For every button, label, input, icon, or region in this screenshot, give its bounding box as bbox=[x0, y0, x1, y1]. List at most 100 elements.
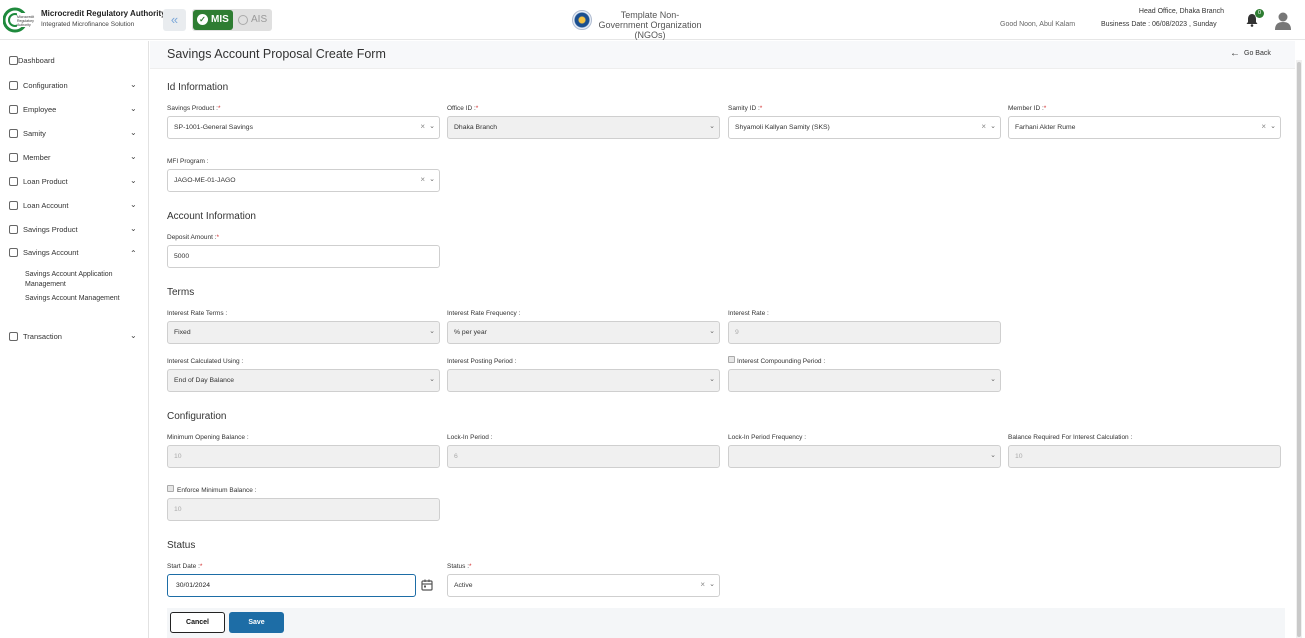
member-id-value: Farhani Akter Rume bbox=[1015, 124, 1076, 131]
savings-account-icon bbox=[9, 248, 18, 257]
interest-posting-period-select[interactable]: ⌄ bbox=[447, 369, 720, 392]
chevron-down-icon: ⌄ bbox=[709, 123, 715, 130]
status-label: Status :* bbox=[447, 563, 472, 570]
chevron-down-icon: ⌄ bbox=[709, 376, 715, 383]
scrollbar-thumb[interactable] bbox=[1297, 62, 1301, 637]
sidebar-collapse-button[interactable]: « bbox=[163, 9, 186, 31]
cancel-button[interactable]: Cancel bbox=[170, 612, 225, 633]
interest-calculated-using-label: Interest Calculated Using : bbox=[167, 358, 244, 365]
mfi-program-select[interactable]: JAGO-ME-01-JAGO × ⌄ bbox=[167, 169, 440, 192]
sidebar-item-savings-product[interactable]: Savings Product ⌄ bbox=[0, 221, 149, 239]
notification-badge: 0 bbox=[1255, 9, 1264, 18]
interest-compounding-checkbox[interactable] bbox=[728, 356, 735, 363]
sidebar-item-configuration[interactable]: Configuration ⌄ bbox=[0, 77, 149, 95]
main-content: Savings Account Proposal Create Form ← Go… bbox=[150, 41, 1295, 638]
interest-compounding-period-label: Interest Compounding Period : bbox=[737, 358, 826, 365]
interest-rate-terms-select[interactable]: Fixed ⌄ bbox=[167, 321, 440, 344]
save-button[interactable]: Save bbox=[229, 612, 284, 633]
page-title: Savings Account Proposal Create Form bbox=[167, 47, 386, 61]
chevron-down-icon: ⌄ bbox=[130, 200, 137, 209]
balance-required-input[interactable]: 10 bbox=[1008, 445, 1281, 468]
member-icon bbox=[9, 153, 18, 162]
interest-posting-period-label: Interest Posting Period : bbox=[447, 358, 517, 365]
enforce-minimum-balance-checkbox[interactable] bbox=[167, 485, 174, 492]
samity-id-value: Shyamoli Kallyan Samity (SKS) bbox=[735, 124, 830, 131]
clear-icon[interactable]: × bbox=[1261, 122, 1266, 131]
chevron-down-icon: ⌄ bbox=[130, 224, 137, 233]
minimum-opening-balance-label: Minimum Opening Balance : bbox=[167, 434, 249, 441]
sidebar-subitem-savings-management[interactable]: Savings Account Management bbox=[25, 294, 145, 304]
go-back-link[interactable]: ← Go Back bbox=[1230, 48, 1271, 59]
sidebar-item-samity[interactable]: Samity ⌄ bbox=[0, 125, 149, 143]
interest-calculated-using-select[interactable]: End of Day Balance ⌄ bbox=[167, 369, 440, 392]
sidebar-subitem-savings-application[interactable]: Savings Account Application Management bbox=[25, 270, 145, 289]
savings-product-select[interactable]: SP-1001-General Savings × ⌄ bbox=[167, 116, 440, 139]
interest-rate-terms-value: Fixed bbox=[174, 329, 191, 336]
chevron-down-icon: ⌄ bbox=[429, 123, 435, 130]
chevron-down-icon: ⌄ bbox=[990, 376, 996, 383]
office-id-label: Office ID :* bbox=[447, 105, 479, 112]
greeting-text: Good Noon, Abul Kalam bbox=[1000, 21, 1076, 28]
interest-rate-label: Interest Rate : bbox=[728, 310, 769, 317]
savings-product-label: Savings Product :* bbox=[167, 105, 221, 112]
deposit-amount-value: 5000 bbox=[174, 253, 190, 260]
sidebar: Dashboard Configuration ⌄ Employee ⌄ Sam… bbox=[0, 41, 149, 638]
status-value: Active bbox=[454, 582, 473, 589]
status-select[interactable]: Active × ⌄ bbox=[447, 574, 720, 597]
office-id-select[interactable]: Dhaka Branch ⌄ bbox=[447, 116, 720, 139]
sidebar-item-label: Employee bbox=[23, 105, 57, 114]
dashboard-icon bbox=[9, 56, 18, 65]
samity-id-label: Samity ID :* bbox=[728, 105, 763, 112]
ngo-name: Template Non-Government Organization (NG… bbox=[598, 10, 702, 40]
clear-icon[interactable]: × bbox=[420, 122, 425, 131]
clear-icon[interactable]: × bbox=[420, 175, 425, 184]
interest-calculated-using-value: End of Day Balance bbox=[174, 377, 235, 384]
sidebar-item-savings-account[interactable]: Savings Account ⌃ bbox=[0, 244, 149, 262]
interest-compounding-period-select[interactable]: ⌄ bbox=[728, 369, 1001, 392]
chevron-down-icon: ⌄ bbox=[429, 176, 435, 183]
sidebar-item-loan-account[interactable]: Loan Account ⌄ bbox=[0, 197, 149, 215]
start-date-input[interactable]: 30/01/2024 bbox=[167, 574, 416, 597]
enforce-minimum-balance-input[interactable]: 10 bbox=[167, 498, 440, 521]
interest-rate-input[interactable]: 9 bbox=[728, 321, 1001, 344]
section-status: Status bbox=[167, 540, 196, 551]
sidebar-item-member[interactable]: Member ⌄ bbox=[0, 149, 149, 167]
calendar-icon[interactable] bbox=[421, 579, 433, 591]
business-date: Business Date : 06/08/2023 , Sunday bbox=[1101, 21, 1217, 28]
chevron-down-icon: ⌄ bbox=[130, 331, 137, 340]
samity-id-select[interactable]: Shyamoli Kallyan Samity (SKS) × ⌄ bbox=[728, 116, 1001, 139]
sidebar-item-label: Samity bbox=[23, 129, 46, 138]
office-id-value: Dhaka Branch bbox=[454, 124, 498, 131]
ais-label: AIS bbox=[251, 14, 268, 25]
deposit-amount-input[interactable]: 5000 bbox=[167, 245, 440, 268]
sidebar-item-label: Savings Account bbox=[23, 248, 79, 257]
module-toggle: ✓ MIS AIS bbox=[192, 9, 272, 31]
sidebar-item-dashboard[interactable]: Dashboard bbox=[0, 52, 149, 70]
chevron-down-icon: ⌄ bbox=[990, 452, 996, 459]
lock-in-period-frequency-select[interactable]: ⌄ bbox=[728, 445, 1001, 468]
sidebar-item-label: Loan Product bbox=[23, 177, 68, 186]
member-id-select[interactable]: Farhani Akter Rume × ⌄ bbox=[1008, 116, 1281, 139]
top-bar: Microcredit Regulatory Authority Microcr… bbox=[0, 0, 1305, 40]
clear-icon[interactable]: × bbox=[981, 122, 986, 131]
interest-rate-frequency-select[interactable]: % per year ⌄ bbox=[447, 321, 720, 344]
enforce-minimum-balance-value: 10 bbox=[174, 506, 182, 513]
minimum-opening-balance-input[interactable]: 10 bbox=[167, 445, 440, 468]
deposit-amount-label: Deposit Amount :* bbox=[167, 234, 220, 241]
lock-in-period-input[interactable]: 6 bbox=[447, 445, 720, 468]
sidebar-item-label: Dashboard bbox=[18, 56, 55, 65]
clear-icon[interactable]: × bbox=[700, 580, 705, 589]
sidebar-item-loan-product[interactable]: Loan Product ⌄ bbox=[0, 173, 149, 191]
sidebar-item-employee[interactable]: Employee ⌄ bbox=[0, 101, 149, 119]
double-chevron-left-icon: « bbox=[170, 12, 179, 27]
sidebar-item-label: Transaction bbox=[23, 332, 62, 341]
lock-in-period-frequency-label: Lock-In Period Frequency : bbox=[728, 434, 807, 441]
start-date-value: 30/01/2024 bbox=[176, 582, 211, 589]
user-avatar-icon[interactable] bbox=[1274, 11, 1292, 30]
chevron-down-icon: ⌄ bbox=[130, 176, 137, 185]
mis-toggle-button[interactable]: ✓ MIS bbox=[193, 10, 233, 30]
balance-required-label: Balance Required For Interest Calculatio… bbox=[1008, 434, 1133, 441]
ais-toggle-button[interactable]: AIS bbox=[236, 10, 270, 30]
start-date-label: Start Date :* bbox=[167, 563, 203, 570]
sidebar-item-transaction[interactable]: Transaction ⌄ bbox=[0, 328, 149, 346]
